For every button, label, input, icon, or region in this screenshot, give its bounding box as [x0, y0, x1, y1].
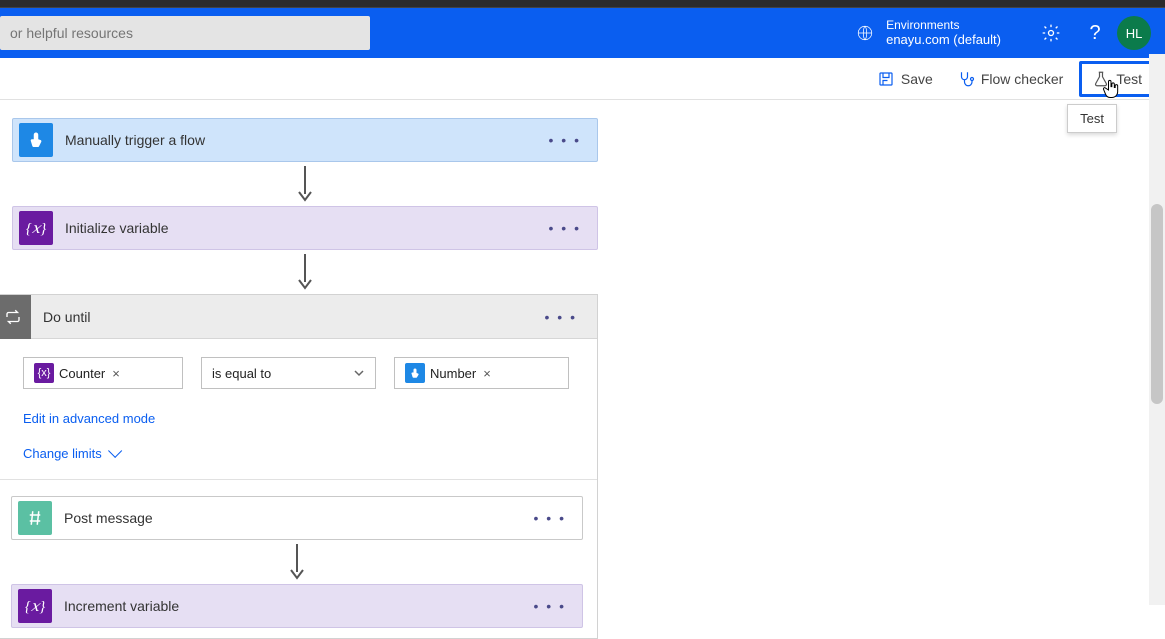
- browser-chrome-strip: [0, 0, 1165, 8]
- beaker-icon: [1092, 70, 1110, 88]
- do-until-body: Post message • • • {𝑥} Increment variabl…: [0, 480, 597, 638]
- number-chip[interactable]: Number ×: [399, 363, 497, 383]
- input-chip-icon: [405, 363, 425, 383]
- init-title: Initialize variable: [65, 220, 533, 236]
- condition-operator-select[interactable]: is equal to: [201, 357, 376, 389]
- loop-icon: [0, 295, 31, 339]
- save-label: Save: [901, 71, 933, 87]
- help-button[interactable]: ?: [1073, 8, 1117, 58]
- condition-left-input[interactable]: {x} Counter ×: [23, 357, 183, 389]
- user-avatar[interactable]: HL: [1117, 16, 1151, 50]
- edit-advanced-link[interactable]: Edit in advanced mode: [23, 411, 569, 426]
- increment-title: Increment variable: [64, 598, 518, 614]
- arrow-down-icon: [295, 164, 315, 204]
- variable-icon: {𝑥}: [18, 589, 52, 623]
- scrollbar-thumb[interactable]: [1151, 204, 1163, 404]
- test-label: Test: [1116, 71, 1142, 87]
- environment-picker[interactable]: Environments enayu.com (default): [886, 18, 1001, 48]
- do-until-condition: {x} Counter × is equal to Number: [0, 339, 597, 480]
- stethoscope-icon: [957, 70, 975, 88]
- test-button[interactable]: Test: [1079, 61, 1155, 97]
- flow-checker-label: Flow checker: [981, 71, 1063, 87]
- flow-checker-button[interactable]: Flow checker: [949, 64, 1071, 94]
- variable-icon: {𝑥}: [19, 211, 53, 245]
- help-icon: ?: [1089, 22, 1100, 45]
- header-right: Environments enayu.com (default) ? HL: [856, 8, 1165, 58]
- save-icon: [877, 70, 895, 88]
- connector-arrow: [11, 540, 583, 584]
- post-message-card[interactable]: Post message • • •: [11, 496, 583, 540]
- do-until-header[interactable]: Do until • • •: [0, 295, 597, 339]
- arrow-down-icon: [287, 542, 307, 582]
- touch-icon: [19, 123, 53, 157]
- post-message-more[interactable]: • • •: [518, 510, 582, 526]
- flow-canvas: Manually trigger a flow • • • {𝑥} Initia…: [0, 100, 1165, 639]
- app-header: Environments enayu.com (default) ? HL: [0, 8, 1165, 58]
- change-limits-link[interactable]: Change limits: [23, 446, 569, 461]
- save-button[interactable]: Save: [869, 64, 941, 94]
- vertical-scrollbar[interactable]: [1149, 54, 1165, 605]
- environment-name: enayu.com (default): [886, 32, 1001, 48]
- counter-chip[interactable]: {x} Counter ×: [28, 363, 126, 383]
- hash-icon: [18, 501, 52, 535]
- operator-label: is equal to: [212, 366, 271, 381]
- connector-arrow: [12, 250, 598, 294]
- increment-variable-card[interactable]: {𝑥} Increment variable • • •: [11, 584, 583, 628]
- tooltip-text: Test: [1080, 111, 1104, 126]
- environments-label: Environments: [886, 18, 1001, 32]
- trigger-card[interactable]: Manually trigger a flow • • •: [12, 118, 598, 162]
- avatar-initials: HL: [1126, 26, 1143, 41]
- condition-row: {x} Counter × is equal to Number: [23, 357, 569, 389]
- chevron-down-icon: [353, 367, 365, 379]
- connector-arrow: [12, 162, 598, 206]
- search-input[interactable]: [0, 16, 370, 50]
- settings-button[interactable]: [1029, 8, 1073, 58]
- arrow-down-icon: [295, 252, 315, 292]
- test-tooltip: Test: [1067, 104, 1117, 133]
- do-until-title: Do until: [43, 309, 525, 325]
- chip-remove[interactable]: ×: [483, 366, 491, 381]
- post-message-title: Post message: [64, 510, 518, 526]
- initialize-variable-card[interactable]: {𝑥} Initialize variable • • •: [12, 206, 598, 250]
- do-until-container: Do until • • • {x} Counter × is equal to: [0, 294, 598, 639]
- gear-icon: [1041, 23, 1061, 43]
- increment-more[interactable]: • • •: [518, 598, 582, 614]
- trigger-title: Manually trigger a flow: [65, 132, 533, 148]
- designer-toolbar: Save Flow checker Test: [0, 58, 1165, 100]
- condition-right-input[interactable]: Number ×: [394, 357, 569, 389]
- init-more[interactable]: • • •: [533, 220, 597, 236]
- number-chip-label: Number: [430, 366, 476, 381]
- chip-remove[interactable]: ×: [112, 366, 120, 381]
- trigger-more[interactable]: • • •: [533, 132, 597, 148]
- do-until-more[interactable]: • • •: [525, 309, 597, 325]
- counter-chip-label: Counter: [59, 366, 105, 381]
- variable-chip-icon: {x}: [34, 363, 54, 383]
- globe-icon[interactable]: [856, 24, 874, 42]
